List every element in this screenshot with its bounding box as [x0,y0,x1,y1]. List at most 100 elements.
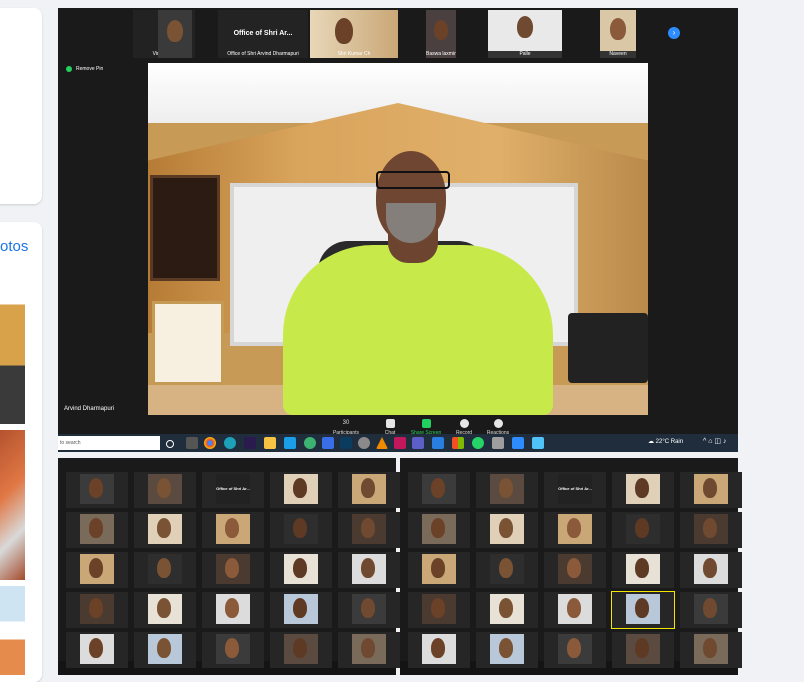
camera-icon[interactable] [492,437,504,449]
photo-thumb-1[interactable] [0,278,25,424]
globe-icon[interactable] [304,437,316,449]
gallery-tile[interactable] [338,632,400,668]
gallery-tile[interactable] [612,552,674,588]
premiere-icon[interactable] [244,437,256,449]
system-tray-icons[interactable]: ^ ⌂ ◫ ♪ [703,437,726,445]
gallery-tile[interactable] [476,592,538,628]
next-page-icon[interactable]: › [668,27,680,39]
chrome-icon[interactable] [204,437,216,449]
weather-temp: 22°C [655,439,670,445]
gallery-tile[interactable] [612,632,674,668]
gallery-tile[interactable] [66,472,128,508]
gallery-tile[interactable] [134,472,196,508]
gallery-tile[interactable] [408,552,470,588]
gallery-tile[interactable] [680,552,742,588]
store-icon[interactable] [432,437,444,449]
strip-tile-2[interactable] [158,10,192,58]
gallery-tile[interactable] [338,592,400,628]
gallery-tile[interactable] [544,512,606,548]
image-icon[interactable] [532,437,544,449]
strip-tile-6[interactable]: Palle [488,10,562,58]
avatar [361,518,375,538]
user-icon[interactable] [358,437,370,449]
gallery-tile[interactable]: Office of Shri Ar... [202,472,264,508]
gallery-tile[interactable] [680,472,742,508]
avatar [293,598,307,618]
gallery-tile[interactable] [476,472,538,508]
teams-icon[interactable] [412,437,424,449]
audition-icon[interactable] [340,437,352,449]
gallery-tile[interactable] [270,552,332,588]
gallery-tile[interactable] [134,632,196,668]
gallery-tile[interactable]: Office of Shri Ar... [544,472,606,508]
gallery-tile[interactable] [66,512,128,548]
gallery-tile[interactable] [680,512,742,548]
task-view-icon[interactable] [186,437,198,449]
gallery-tile[interactable] [66,632,128,668]
gallery-tile[interactable] [612,512,674,548]
gallery-tile[interactable] [680,632,742,668]
strip-tile-5[interactable]: Baswa laxminarsaiah [426,10,456,58]
strip-name-6: Palle [488,51,562,58]
gallery-tile[interactable] [611,591,675,629]
gallery-tile[interactable] [476,552,538,588]
gallery-tile[interactable] [134,552,196,588]
gallery-tile[interactable] [134,592,196,628]
gallery-tile[interactable] [270,632,332,668]
gallery-tile[interactable] [544,552,606,588]
gallery-tile[interactable] [202,552,264,588]
vlc-icon[interactable] [376,437,388,449]
strip-tile-4[interactable]: Shri Kumar Ch [310,10,398,58]
pinned-speaker-video [148,63,648,415]
media-icon[interactable] [394,437,406,449]
strip-tile-3[interactable]: Office of Shri Ar... Office of Shri Arvi… [218,10,308,58]
gallery-tile[interactable] [408,472,470,508]
gallery-tile[interactable] [202,632,264,668]
gallery-tile[interactable] [680,592,742,628]
gallery-tile[interactable] [476,512,538,548]
gallery-tile[interactable] [338,512,400,548]
gallery-tile[interactable] [612,472,674,508]
strip-tile-7[interactable]: Naveen [600,10,636,58]
gallery-tile[interactable] [408,512,470,548]
photo-thumb-2[interactable] [0,430,25,580]
gallery-tile[interactable] [544,592,606,628]
gallery-tile[interactable] [544,632,606,668]
avatar [635,558,649,578]
remove-pin-button[interactable]: Remove Pin [66,64,103,74]
whatsapp-icon[interactable] [472,437,484,449]
gallery-tile[interactable] [476,632,538,668]
gallery-tile[interactable] [270,472,332,508]
photos-icon[interactable] [284,437,296,449]
gallery-tile[interactable] [202,592,264,628]
photos-link[interactable]: otos [0,238,28,255]
folder-icon[interactable] [264,437,276,449]
photo-thumb-3[interactable] [0,586,25,675]
gallery-tile[interactable] [66,552,128,588]
zoom-icon[interactable] [512,437,524,449]
avatar [703,478,717,498]
vpn-icon[interactable] [322,437,334,449]
gallery-tile[interactable] [134,512,196,548]
avatar [225,518,239,538]
avatar [610,18,626,40]
gallery-tile[interactable] [270,512,332,548]
avatar [293,518,307,538]
gallery-tile[interactable] [338,472,400,508]
speaker-name-label: Arvind Dharmapuri [64,406,115,412]
taskbar-search-input[interactable]: to search [58,436,160,450]
weather-widget[interactable]: ☁ 22°C Rain [648,438,683,445]
gallery-tile[interactable] [338,552,400,588]
avatar [157,518,171,538]
avatar [499,598,513,618]
gallery-tile[interactable] [408,632,470,668]
gallery-tile[interactable] [202,512,264,548]
avatar [567,598,581,618]
gallery-tile[interactable] [66,592,128,628]
windows-icon[interactable] [452,437,464,449]
avatar [567,558,581,578]
search-icon[interactable] [166,440,174,448]
edge-icon[interactable] [224,437,236,449]
gallery-tile[interactable] [408,592,470,628]
gallery-tile[interactable] [270,592,332,628]
